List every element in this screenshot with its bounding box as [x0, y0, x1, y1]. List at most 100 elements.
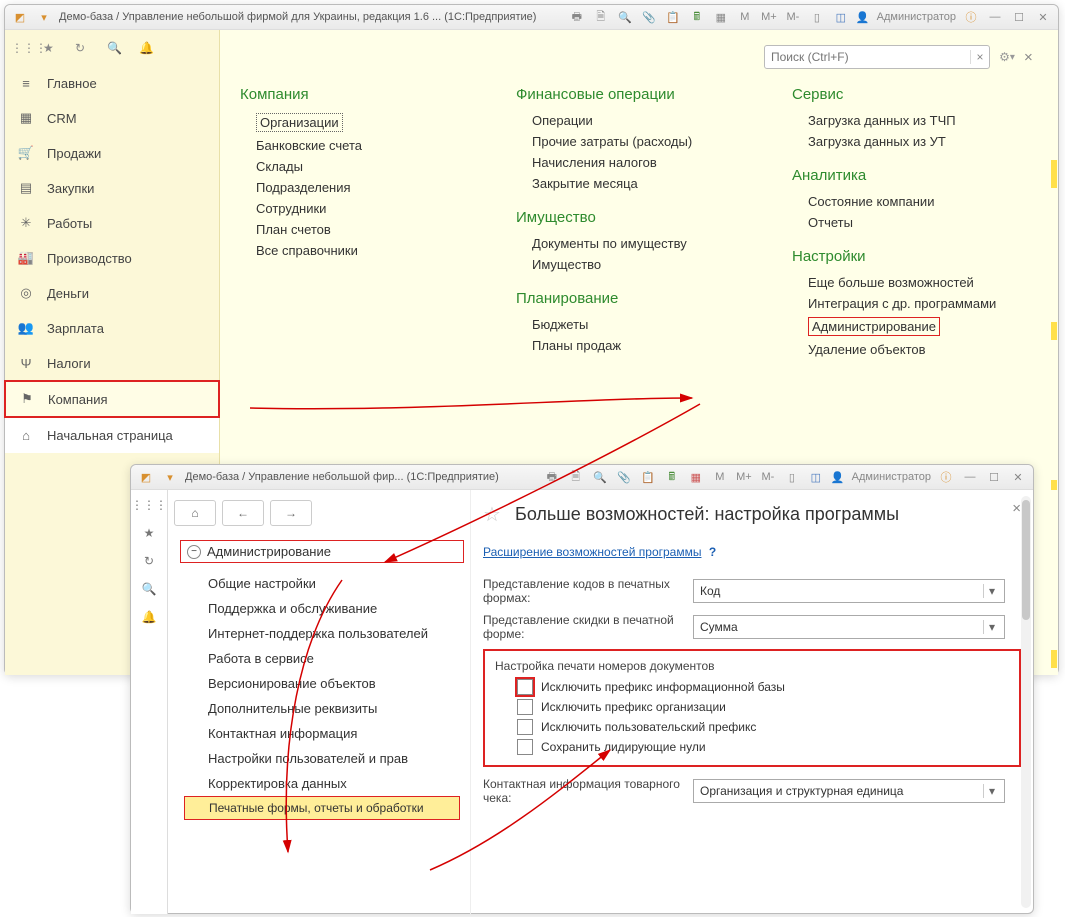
dropdown-icon[interactable]: ▾	[983, 784, 1000, 798]
star-icon[interactable]: ★	[144, 526, 155, 540]
memory-m-icon[interactable]: M	[711, 468, 729, 486]
scrollbar[interactable]	[1021, 496, 1031, 908]
link-more-features[interactable]: Еще больше возможностей	[808, 275, 1038, 290]
favorite-star-icon[interactable]: ☆	[483, 502, 505, 527]
panel-close-icon[interactable]: ×	[1024, 49, 1038, 66]
paperclip-icon[interactable]: 📎	[615, 468, 633, 486]
dropdown-icon[interactable]: ▾	[983, 620, 1000, 634]
sidebar-item-taxes[interactable]: ΨНалоги	[5, 346, 219, 381]
dropdown-icon[interactable]: ▾	[983, 584, 1000, 598]
bell-icon[interactable]: 🔔	[142, 610, 157, 624]
grid-icon[interactable]: ⋮⋮⋮	[131, 498, 167, 512]
link-all-catalogs[interactable]: Все справочники	[256, 243, 486, 258]
link-expand-capabilities[interactable]: Расширение возможностей программы	[483, 545, 701, 559]
grid-icon[interactable]: ⋮⋮⋮	[11, 41, 29, 55]
memory-mplus-icon[interactable]: M+	[735, 468, 753, 486]
link-delete-objects[interactable]: Удаление объектов	[808, 342, 1038, 357]
sidebar-item-company[interactable]: ⚑Компания	[4, 380, 220, 418]
calculator-icon[interactable]: 🖩	[688, 8, 706, 26]
select-discount-repr[interactable]: Сумма ▾	[693, 615, 1005, 639]
sidebar-item-purchases[interactable]: ▤Закупки	[5, 171, 219, 206]
tree-item-data-correction[interactable]: Корректировка данных	[180, 771, 464, 796]
minimize-icon[interactable]: —	[986, 8, 1004, 26]
print-preview-icon[interactable]: 🗎	[592, 8, 610, 26]
sidebar-item-sales[interactable]: 🛒Продажи	[5, 136, 219, 171]
calendar-icon[interactable]: ▦	[712, 8, 730, 26]
sidebar-item-home[interactable]: ⌂Начальная страница	[5, 417, 219, 453]
tree-root-administration[interactable]: − Администрирование	[180, 540, 464, 563]
sidebar-item-crm[interactable]: ▦CRM	[5, 101, 219, 136]
link-reports[interactable]: Отчеты	[808, 215, 1038, 230]
link-administration[interactable]: Администрирование	[808, 317, 940, 336]
dropdown-icon[interactable]: ▾	[161, 468, 179, 486]
link-property[interactable]: Имущество	[532, 257, 762, 272]
link-company-state[interactable]: Состояние компании	[808, 194, 1038, 209]
star-icon[interactable]: ★	[43, 41, 61, 55]
memory-mplus-icon[interactable]: M+	[760, 8, 778, 26]
memory-mminus-icon[interactable]: M-	[759, 468, 777, 486]
print-preview-icon[interactable]: 🗎	[567, 468, 585, 486]
sidebar-item-production[interactable]: 🏭Производство	[5, 241, 219, 276]
info-icon[interactable]: ⓘ	[962, 8, 980, 26]
tree-item-internet-support[interactable]: Интернет-поддержка пользователей	[180, 621, 464, 646]
home-button[interactable]: ⌂	[174, 500, 216, 526]
link-organizations[interactable]: Организации	[256, 113, 343, 132]
sidebar-item-jobs[interactable]: ✳Работы	[5, 206, 219, 241]
link-load-ut[interactable]: Загрузка данных из УТ	[808, 134, 1038, 149]
link-budgets[interactable]: Бюджеты	[532, 317, 762, 332]
tree-item-support[interactable]: Поддержка и обслуживание	[180, 596, 464, 621]
tree-item-service-work[interactable]: Работа в сервисе	[180, 646, 464, 671]
help-icon[interactable]: ?	[709, 545, 716, 559]
checkbox-exclude-ib-prefix[interactable]	[517, 679, 533, 695]
search-icon[interactable]: 🔍	[591, 468, 609, 486]
history-icon[interactable]: ↻	[75, 41, 93, 55]
link-warehouses[interactable]: Склады	[256, 159, 486, 174]
checkbox-keep-leading-zeros[interactable]	[517, 739, 533, 755]
windows-icon[interactable]: ◫	[832, 8, 850, 26]
link-load-tchp[interactable]: Загрузка данных из ТЧП	[808, 113, 1038, 128]
back-button[interactable]: ←	[222, 500, 264, 526]
link-sales-plans[interactable]: Планы продаж	[532, 338, 762, 353]
clipboard-icon[interactable]: 📋	[639, 468, 657, 486]
link-operations[interactable]: Операции	[532, 113, 762, 128]
calculator-icon[interactable]: 🖩	[663, 468, 681, 486]
settings-gear-icon[interactable]: ⚙▾	[998, 48, 1016, 66]
panel-close-icon[interactable]: ×	[1012, 500, 1021, 517]
maximize-icon[interactable]: ☐	[985, 468, 1003, 486]
windows-icon[interactable]: ◫	[807, 468, 825, 486]
search-small-icon[interactable]: 🔍	[142, 582, 157, 596]
tree-item-user-rights[interactable]: Настройки пользователей и прав	[180, 746, 464, 771]
sidebar-item-salary[interactable]: 👥Зарплата	[5, 311, 219, 346]
paperclip-icon[interactable]: 📎	[640, 8, 658, 26]
memory-m-icon[interactable]: M	[736, 8, 754, 26]
print-icon[interactable]: 🖶	[568, 8, 586, 26]
sidebar-item-money[interactable]: ◎Деньги	[5, 276, 219, 311]
close-icon[interactable]: ✕	[1009, 468, 1027, 486]
link-month-close[interactable]: Закрытие месяца	[532, 176, 762, 191]
book-icon[interactable]: ▯	[783, 468, 801, 486]
select-receipt-contact[interactable]: Организация и структурная единица ▾	[693, 779, 1005, 803]
user-admin-badge[interactable]: 👤 Администратор	[856, 8, 956, 26]
tree-item-contact-info[interactable]: Контактная информация	[180, 721, 464, 746]
link-chart-accounts[interactable]: План счетов	[256, 222, 486, 237]
forward-button[interactable]: →	[270, 500, 312, 526]
link-tax-accruals[interactable]: Начисления налогов	[532, 155, 762, 170]
memory-mminus-icon[interactable]: M-	[784, 8, 802, 26]
tree-item-general[interactable]: Общие настройки	[180, 571, 464, 596]
bell-icon[interactable]: 🔔	[139, 41, 157, 55]
dropdown-icon[interactable]: ▾	[35, 8, 53, 26]
calendar-icon[interactable]: ▦	[687, 468, 705, 486]
book-icon[interactable]: ▯	[808, 8, 826, 26]
close-icon[interactable]: ✕	[1034, 8, 1052, 26]
print-icon[interactable]: 🖶	[543, 468, 561, 486]
sidebar-item-main[interactable]: ≡Главное	[5, 66, 219, 101]
scrollbar-thumb[interactable]	[1022, 500, 1030, 620]
tree-item-versioning[interactable]: Версионирование объектов	[180, 671, 464, 696]
search-input[interactable]	[765, 50, 970, 64]
info-icon[interactable]: ⓘ	[937, 468, 955, 486]
checkbox-exclude-org-prefix[interactable]	[517, 699, 533, 715]
link-bank-accounts[interactable]: Банковские счета	[256, 138, 486, 153]
link-other-expenses[interactable]: Прочие затраты (расходы)	[532, 134, 762, 149]
search-small-icon[interactable]: 🔍	[107, 41, 125, 55]
tree-item-additional-props[interactable]: Дополнительные реквизиты	[180, 696, 464, 721]
